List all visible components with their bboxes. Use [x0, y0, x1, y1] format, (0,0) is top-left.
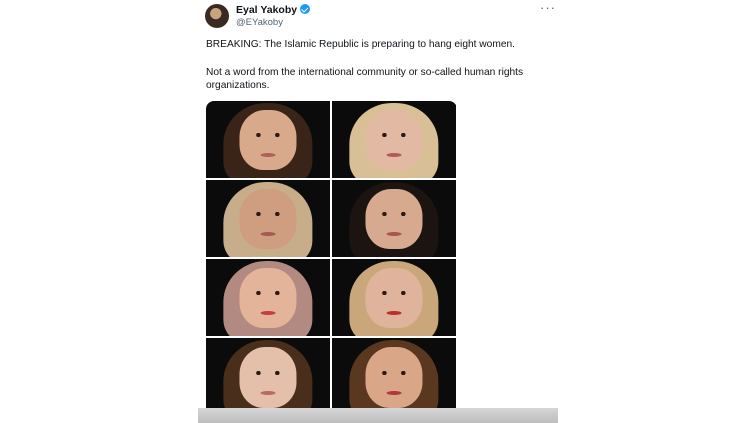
eyes [380, 133, 408, 138]
avatar[interactable] [205, 4, 229, 28]
lips [260, 153, 276, 158]
bottom-edge [198, 408, 558, 423]
lips [386, 153, 402, 158]
photo-8[interactable] [332, 338, 456, 416]
photo-7[interactable] [206, 338, 330, 416]
author-name[interactable]: Eyal Yakoby [236, 4, 297, 16]
face [239, 347, 297, 409]
eyes [380, 370, 408, 375]
eyes [254, 212, 282, 217]
eyes [380, 212, 408, 217]
photo-6[interactable] [332, 259, 456, 336]
photo-1[interactable] [206, 101, 330, 178]
verified-badge-icon [300, 4, 311, 14]
face [239, 268, 297, 329]
face [239, 189, 297, 250]
lips [386, 391, 402, 396]
photo-3[interactable] [206, 180, 330, 257]
tweet-card: Eyal Yakoby @EYakoby ··· BREAKING: The I… [198, 0, 558, 423]
eyes [254, 370, 282, 375]
face [365, 268, 423, 329]
author-handle[interactable]: @EYakoby [236, 17, 283, 28]
tweet-text-paragraph-1: BREAKING: The Islamic Republic is prepar… [206, 39, 515, 50]
more-options-icon[interactable]: ··· [540, 0, 556, 15]
eyes [254, 291, 282, 296]
lips [260, 391, 276, 396]
face [365, 347, 423, 409]
lips [386, 232, 402, 237]
author-name-row[interactable]: Eyal Yakoby [236, 4, 311, 16]
photo-4[interactable] [332, 180, 456, 257]
lips [260, 232, 276, 237]
eyes [254, 133, 282, 138]
tweet-text-paragraph-2: Not a word from the international commun… [206, 67, 524, 91]
face [365, 110, 423, 171]
face [239, 110, 297, 171]
eyes [380, 291, 408, 296]
photo-2[interactable] [332, 101, 456, 178]
photo-5[interactable] [206, 259, 330, 336]
photo-grid [206, 101, 457, 416]
lips [386, 311, 402, 316]
lips [260, 311, 276, 316]
face [365, 189, 423, 250]
